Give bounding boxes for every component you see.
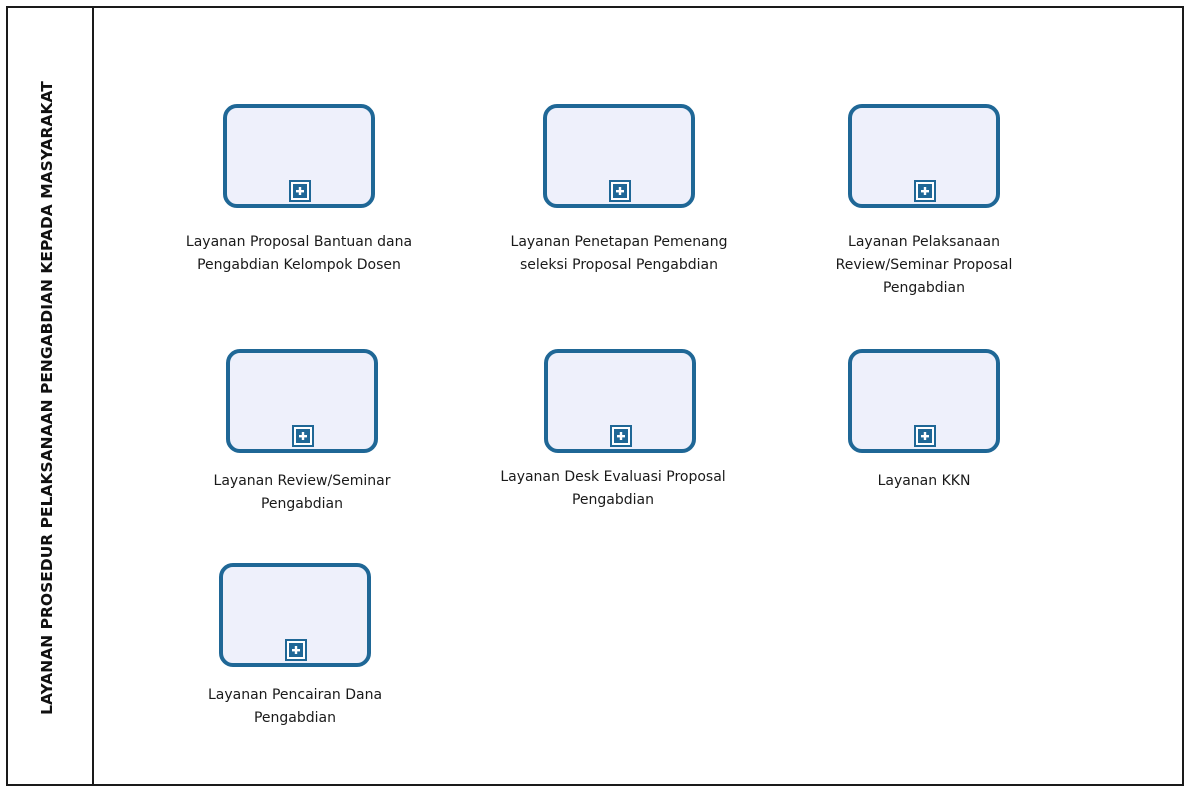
- task-label: Layanan Desk Evaluasi Proposal Pengabdia…: [500, 469, 726, 508]
- subprocess-plus-icon: [609, 180, 631, 202]
- task-label: Layanan Pencairan Dana Pengabdian: [207, 687, 383, 726]
- task-label: Layanan Proposal Bantuan dana Pengabdian…: [185, 234, 413, 273]
- subprocess-plus-icon: [610, 425, 632, 447]
- subprocess-task-pelaksanaan-review[interactable]: [848, 104, 1000, 208]
- subprocess-task-review-seminar[interactable]: [226, 349, 378, 453]
- subprocess-plus-icon: [292, 425, 314, 447]
- subprocess-task-pencairan-dana[interactable]: [219, 563, 371, 667]
- task-label: Layanan Penetapan Pemenang seleksi Propo…: [510, 234, 728, 273]
- subprocess-task-proposal-bantuan[interactable]: [223, 104, 375, 208]
- subprocess-plus-icon: [289, 180, 311, 202]
- subprocess-plus-icon: [914, 425, 936, 447]
- subprocess-plus-icon: [914, 180, 936, 202]
- subprocess-task-penetapan-pemenang[interactable]: [543, 104, 695, 208]
- subprocess-task-kkn[interactable]: [848, 349, 1000, 453]
- subprocess-task-desk-evaluasi[interactable]: [544, 349, 696, 453]
- task-label: Layanan Review/Seminar Pengabdian: [213, 473, 391, 512]
- subprocess-plus-icon: [285, 639, 307, 661]
- lane-title: LAYANAN PROSEDUR PELAKSANAAN PENGABDIAN …: [38, 81, 56, 715]
- task-label: Layanan Pelaksanaan Review/Seminar Propo…: [835, 234, 1013, 296]
- task-label: Layanan KKN: [877, 473, 971, 489]
